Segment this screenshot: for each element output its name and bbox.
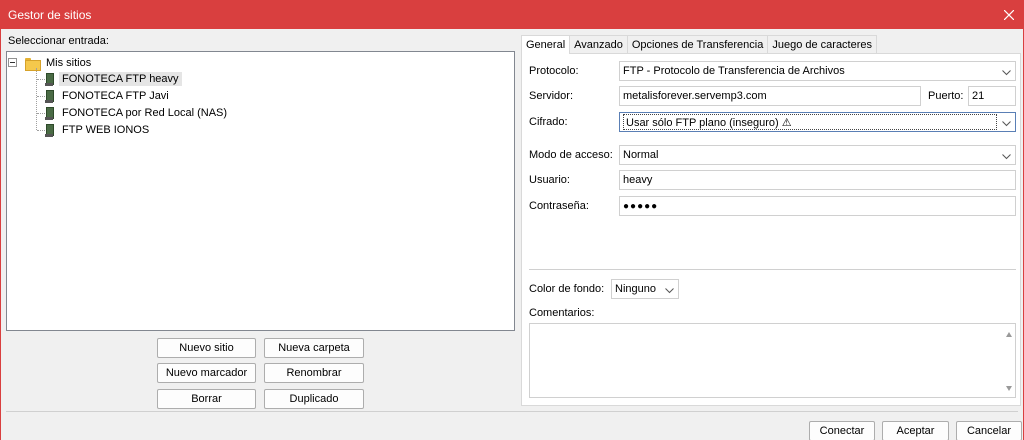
settings-tabs: General Avanzado Opciones de Transferenc… — [521, 35, 878, 54]
server-input[interactable]: metalisforever.servemp3.com — [619, 86, 921, 106]
background-color-label: Color de fondo: — [529, 283, 605, 295]
new-bookmark-button[interactable]: Nuevo marcador — [157, 363, 256, 383]
tab-advanced[interactable]: Avanzado — [569, 35, 628, 53]
protocol-value: FTP - Protocolo de Transferencia de Arch… — [623, 65, 845, 77]
server-icon — [45, 123, 54, 137]
divider — [529, 269, 1016, 270]
tree-connector — [37, 113, 45, 114]
access-mode-select[interactable]: Normal — [619, 145, 1016, 165]
port-input[interactable]: 21 — [968, 86, 1016, 106]
tree-item-site[interactable]: FONOTECA FTP heavy — [45, 71, 182, 87]
background-color-select[interactable]: Ninguno — [611, 279, 679, 299]
chevron-down-icon — [665, 285, 674, 297]
comments-textarea[interactable] — [529, 323, 1016, 398]
window-title: Gestor de sitios — [8, 8, 92, 22]
scroll-down-icon[interactable] — [1006, 386, 1012, 391]
delete-button[interactable]: Borrar — [157, 389, 256, 409]
access-mode-label: Modo de acceso: — [529, 149, 613, 161]
tab-charset[interactable]: Juego de caracteres — [767, 35, 878, 53]
tree-item-label: FTP WEB IONOS — [62, 124, 150, 136]
tree-connector — [36, 68, 37, 130]
user-input[interactable]: heavy — [619, 170, 1016, 190]
encryption-select[interactable]: Usar sólo FTP plano (inseguro) ⚠ — [619, 112, 1016, 132]
password-label: Contraseña: — [529, 200, 589, 212]
new-site-button[interactable]: Nuevo sitio — [157, 338, 256, 358]
tree-item-site[interactable]: FONOTECA FTP Javi — [45, 88, 172, 104]
chevron-down-icon — [1002, 118, 1011, 130]
tree-item-site[interactable]: FTP WEB IONOS — [45, 122, 152, 138]
tree-root-label: Mis sitios — [46, 57, 92, 69]
server-icon — [45, 106, 54, 120]
title-bar: Gestor de sitios — [0, 0, 1024, 29]
chevron-down-icon — [1002, 151, 1011, 163]
chevron-down-icon — [1002, 67, 1011, 79]
tree-item-site[interactable]: FONOTECA por Red Local (NAS) — [45, 105, 230, 121]
collapse-icon[interactable] — [8, 58, 17, 67]
tab-transfer-options[interactable]: Opciones de Transferencia — [626, 35, 769, 53]
select-entry-label: Seleccionar entrada: — [8, 35, 109, 47]
access-mode-value: Normal — [623, 149, 659, 161]
tree-item-label: FONOTECA FTP Javi — [62, 90, 169, 102]
cancel-button[interactable]: Cancelar — [956, 421, 1022, 440]
tab-general[interactable]: General — [521, 35, 571, 54]
tree-connector — [37, 79, 45, 80]
comments-label: Comentarios: — [529, 307, 595, 319]
rename-button[interactable]: Renombrar — [264, 363, 364, 383]
user-label: Usuario: — [529, 174, 570, 186]
divider — [6, 411, 1018, 412]
protocol-label: Protocolo: — [529, 65, 579, 77]
protocol-select[interactable]: FTP - Protocolo de Transferencia de Arch… — [619, 61, 1016, 81]
accept-button[interactable]: Aceptar — [882, 421, 949, 440]
scroll-up-icon[interactable] — [1006, 332, 1012, 337]
tree-connector — [37, 130, 45, 131]
password-input[interactable]: ●●●●● — [619, 196, 1016, 216]
close-icon[interactable] — [994, 0, 1024, 29]
background-color-value: Ninguno — [615, 283, 656, 295]
port-label: Puerto: — [928, 90, 964, 102]
folder-icon — [25, 57, 41, 71]
tree-item-label: FONOTECA por Red Local (NAS) — [62, 107, 228, 119]
server-label: Servidor: — [529, 90, 574, 102]
server-icon — [45, 72, 54, 86]
tree-item-label: FONOTECA FTP heavy — [59, 72, 182, 86]
server-icon — [45, 89, 54, 103]
duplicate-button[interactable]: Duplicado — [264, 389, 364, 409]
new-folder-button[interactable]: Nueva carpeta — [264, 338, 364, 358]
encryption-value: Usar sólo FTP plano (inseguro) ⚠ — [623, 114, 997, 130]
tree-connector — [37, 96, 45, 97]
encryption-label: Cifrado: — [529, 116, 568, 128]
connect-button[interactable]: Conectar — [809, 421, 875, 440]
